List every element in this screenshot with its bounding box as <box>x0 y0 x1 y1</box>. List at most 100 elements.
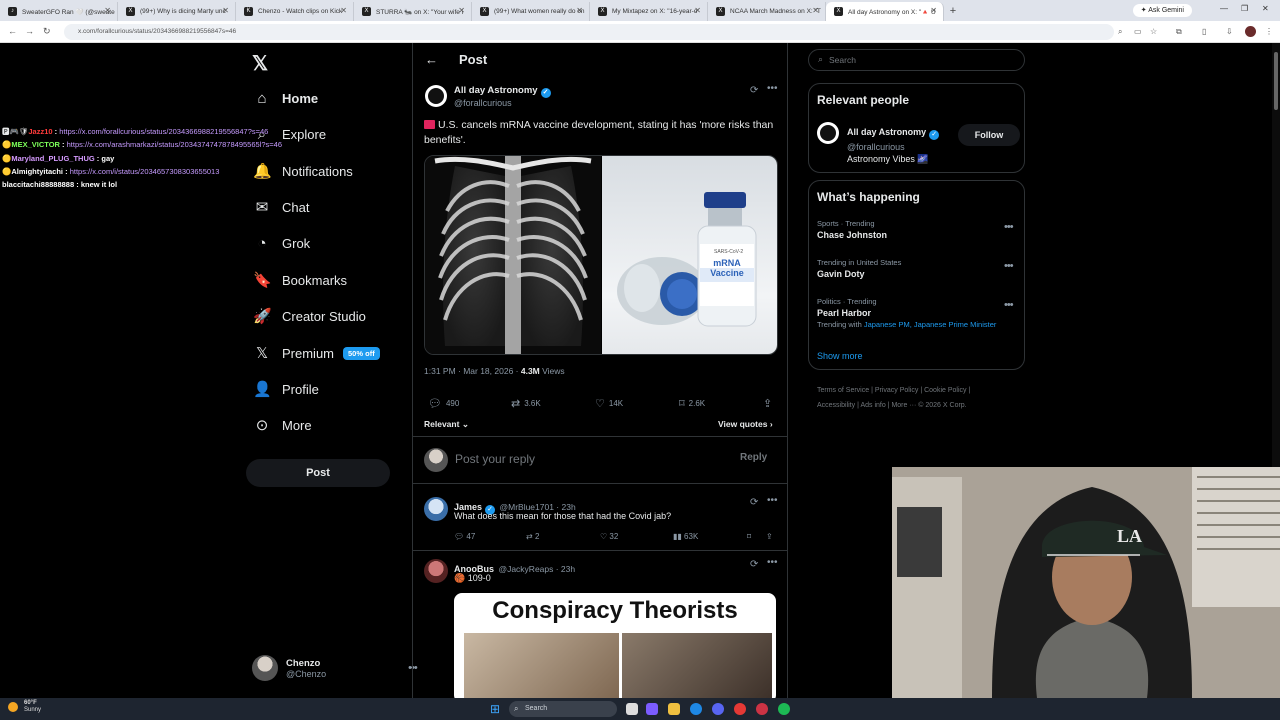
person-info[interactable]: All day Astronomy ✓ @forallcurious Astron… <box>847 122 940 165</box>
reply-button[interactable]: Reply <box>740 452 767 463</box>
tab-close-icon[interactable]: ✕ <box>576 6 583 15</box>
zoom-icon[interactable]: ⌕ <box>1118 27 1122 37</box>
post-media[interactable]: SARS-CoV-2 mRNA Vaccine <box>424 155 778 355</box>
view-quotes-link[interactable]: View quotes › <box>718 419 773 429</box>
scrollbar-thumb[interactable] <box>1274 52 1278 110</box>
bookmark-icon[interactable]: ⌑ <box>747 532 751 541</box>
trend-item[interactable]: Trending in United States Gavin Doty ••• <box>817 258 1017 279</box>
more-dots-icon[interactable]: ••• <box>767 557 778 568</box>
share-icon[interactable]: ⇪ <box>766 532 773 541</box>
tab-close-icon[interactable]: ✕ <box>458 6 465 15</box>
more-dots-icon[interactable]: ••• <box>767 83 778 94</box>
sidebar-icon[interactable]: ▯ <box>1202 27 1206 36</box>
browser-tab[interactable]: X (99+) Why is dicing Marty unc ✕ <box>118 2 236 21</box>
browser-tab[interactable]: K Chenzo - Watch clips on Kick ✕ <box>236 2 354 21</box>
chat-message-text[interactable]: https://x.com/forallcurious/status/20343… <box>59 127 268 136</box>
author-handle[interactable]: @forallcurious <box>454 98 512 108</box>
tab-close-icon[interactable]: ✕ <box>694 6 701 15</box>
browser-tab[interactable]: ♪ SweaterGFO Ran 🤍 (@sweate ✕ <box>0 2 118 21</box>
reply-action[interactable]: 💬︎ 490 <box>428 397 459 410</box>
trend-with-links[interactable]: Japanese PM, Japanese Prime Minister <box>864 320 997 329</box>
more-dots-icon[interactable]: ••• <box>1004 260 1014 272</box>
like-action[interactable]: ♡ 14K <box>595 397 623 410</box>
bookmark-star-icon[interactable]: ☆ <box>1150 27 1157 36</box>
person-avatar[interactable] <box>817 122 839 144</box>
mrna-vaccine-vial-image[interactable]: SARS-CoV-2 mRNA Vaccine <box>602 156 777 354</box>
tab-close-icon[interactable]: ✕ <box>930 6 937 15</box>
trend-item[interactable]: Sports · Trending Chase Johnston ••• <box>817 219 1017 240</box>
new-tab-button[interactable]: + <box>944 2 962 21</box>
nav-item-grok[interactable]: ◔ Grok <box>253 232 310 254</box>
chat-message-text[interactable]: https://x.com/i/status/20346573083036550… <box>70 167 220 176</box>
views-action[interactable]: ▮▮ 63K <box>673 532 698 541</box>
cast-icon[interactable]: ▭ <box>1134 27 1142 36</box>
reply-sort-dropdown[interactable]: Relevant ⌄ <box>424 419 469 430</box>
forward-arrow-icon[interactable]: → <box>25 26 34 36</box>
weather-widget[interactable]: 60°F Sunny <box>8 700 41 714</box>
spotify-icon[interactable] <box>778 703 790 715</box>
grok-explain-icon[interactable]: ⟳ <box>750 85 758 96</box>
nav-item-chat[interactable]: ✉ Chat <box>253 196 310 218</box>
tab-close-icon[interactable]: ✕ <box>812 6 819 15</box>
browser-tab[interactable]: X All day Astronomy on X: "🔺 U ✕ <box>826 2 944 21</box>
author-name[interactable]: All day Astronomy ✓ <box>454 85 551 98</box>
show-more-link[interactable]: Show more <box>817 351 863 361</box>
nav-item-premium[interactable]: 𝕏 Premium 50% off <box>253 342 380 364</box>
downloads-icon[interactable]: ⇩ <box>1226 27 1233 36</box>
reply-action[interactable]: 💬︎ 47 <box>454 532 475 541</box>
author-avatar[interactable] <box>425 85 447 107</box>
footer-links-1[interactable]: Terms of Service | Privacy Policy | Cook… <box>817 383 1027 398</box>
browser-tab[interactable]: X (99+) What women really do on ✕ <box>472 2 590 21</box>
reply-avatar[interactable] <box>424 559 448 583</box>
grok-explain-icon[interactable]: ⟳ <box>750 497 758 508</box>
chest-xray-image[interactable] <box>425 156 601 354</box>
maximize-icon[interactable]: ❐ <box>1241 4 1248 13</box>
search-input[interactable]: ⌕ Search <box>808 49 1025 71</box>
browser-tab[interactable]: X My Mixtapez on X: "16-year-o ✕ <box>590 2 708 21</box>
close-window-icon[interactable]: ✕ <box>1262 4 1269 13</box>
nav-item-bookmarks[interactable]: 🔖 Bookmarks <box>253 269 347 291</box>
reply-meme-image[interactable]: Conspiracy Theorists <box>454 593 776 698</box>
file-explorer-icon[interactable] <box>668 703 680 715</box>
browser-profile-avatar[interactable] <box>1245 26 1256 37</box>
nav-item-profile[interactable]: 👤 Profile <box>253 378 319 400</box>
discord-icon[interactable] <box>712 703 724 715</box>
more-dots-icon[interactable]: ••• <box>767 495 778 506</box>
reload-icon[interactable]: ↻ <box>43 26 51 37</box>
minimize-icon[interactable]: — <box>1220 4 1228 13</box>
tab-close-icon[interactable]: ✕ <box>104 6 111 15</box>
browser-tab[interactable]: X STURRA 🐜 on X: "Your wife i ✕ <box>354 2 472 21</box>
extensions-icon[interactable]: ⧉ <box>1176 27 1182 37</box>
share-action[interactable]: ⇪ <box>763 397 776 410</box>
browser-menu-icon[interactable]: ⋮ <box>1265 27 1273 36</box>
tab-close-icon[interactable]: ✕ <box>222 6 229 15</box>
bookmark-action[interactable]: ⌑ 2.6K <box>679 397 705 410</box>
repost-action[interactable]: ⇄ 2 <box>526 532 539 541</box>
reply-input[interactable]: Post your reply <box>455 452 535 466</box>
chrome-icon[interactable] <box>734 703 746 715</box>
back-arrow-icon[interactable]: ← <box>425 52 438 67</box>
windows-start-icon[interactable]: ⊞ <box>490 702 500 716</box>
reply-avatar[interactable] <box>424 497 448 521</box>
copilot-icon[interactable] <box>646 703 658 715</box>
chat-message-text[interactable]: https://x.com/arashmarkazi/status/203437… <box>67 140 282 149</box>
nav-item-more[interactable]: ⊙ More <box>253 414 312 436</box>
url-field[interactable]: x.com/forallcurious/status/2034366988219… <box>64 24 1114 40</box>
taskbar-search[interactable]: ⌕ Search <box>509 701 617 717</box>
task-view-icon[interactable] <box>626 703 638 715</box>
repost-action[interactable]: ⇄ 3.6K <box>511 397 541 410</box>
trend-item[interactable]: Politics · Trending Pearl Harbor Trending … <box>817 297 1017 329</box>
edge-icon[interactable] <box>690 703 702 715</box>
ask-gemini-button[interactable]: ✦ Ask Gemini <box>1132 4 1192 17</box>
more-dots-icon[interactable]: ••• <box>1004 221 1014 233</box>
more-dots-icon[interactable]: ••• <box>1004 299 1014 311</box>
app-icon[interactable] <box>756 703 768 715</box>
post-button[interactable]: Post <box>246 459 390 487</box>
nav-item-home[interactable]: ⌂ Home <box>253 87 318 109</box>
browser-tab[interactable]: X NCAA March Madness on X: "T ✕ <box>708 2 826 21</box>
like-action[interactable]: ♡ 32 <box>600 532 618 541</box>
follow-button[interactable]: Follow <box>958 124 1020 146</box>
tab-close-icon[interactable]: ✕ <box>340 6 347 15</box>
nav-item-creator-studio[interactable]: 🚀 Creator Studio <box>253 305 366 327</box>
footer-links-2[interactable]: Accessibility | Ads info | More ··· © 20… <box>817 398 1027 413</box>
